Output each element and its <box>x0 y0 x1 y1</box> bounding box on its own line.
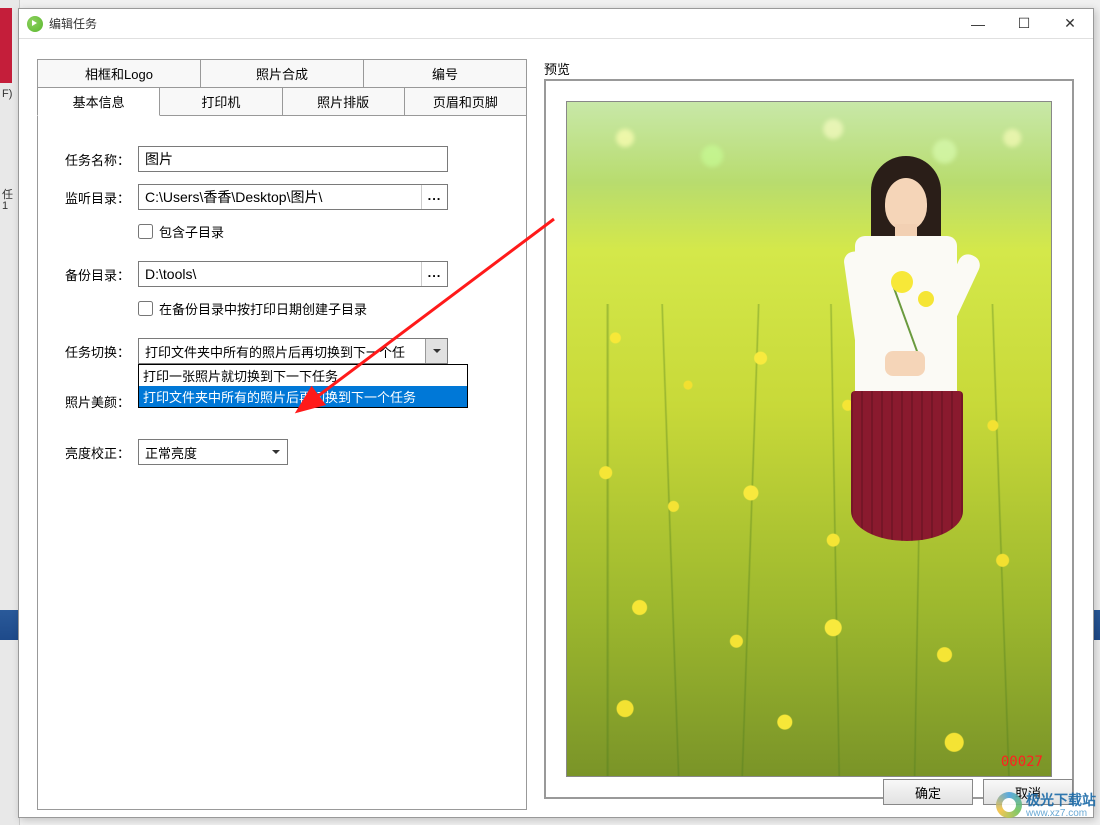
task-switch-option-0[interactable]: 打印一张照片就切换到下一下任务 <box>139 365 467 386</box>
edit-task-dialog: 编辑任务 — ☐ ✕ 相框和Logo 照片合成 编号 基本信息 打印机 照片排版… <box>18 8 1094 818</box>
background-app-strip <box>0 0 20 825</box>
chevron-down-icon[interactable] <box>265 440 287 464</box>
tab-frame-logo[interactable]: 相框和Logo <box>37 59 201 88</box>
backup-dir-label: 备份目录： <box>48 265 138 284</box>
tab-photo-composite[interactable]: 照片合成 <box>200 59 364 88</box>
preview-image: 00027 <box>566 101 1052 777</box>
backup-subdir-label: 在备份目录中按打印日期创建子目录 <box>159 299 367 318</box>
brightness-dropdown[interactable]: 正常亮度 <box>138 439 288 465</box>
tab-number[interactable]: 编号 <box>363 59 527 88</box>
chevron-down-icon[interactable] <box>425 339 447 363</box>
beauty-label: 照片美颜： <box>48 392 138 411</box>
brightness-label: 亮度校正： <box>48 443 138 462</box>
tab-basic-info[interactable]: 基本信息 <box>37 87 160 116</box>
close-button[interactable]: ✕ <box>1047 9 1093 39</box>
task-name-label: 任务名称： <box>48 150 138 169</box>
task-switch-dropdown-list: 打印一张照片就切换到下一下任务 打印文件夹中所有的照片后再切换到下一个任务 <box>138 364 468 408</box>
tabs-container: 相框和Logo 照片合成 编号 基本信息 打印机 照片排版 页眉和页脚 任务名称… <box>37 59 527 810</box>
include-subdir-checkbox[interactable] <box>138 224 153 239</box>
tab-content-basic: 任务名称： 监听目录： ... 包含子目录 备份目录： <box>37 115 527 810</box>
cancel-button[interactable]: 取消 <box>983 779 1073 805</box>
backup-dir-browse-button[interactable]: ... <box>421 262 447 286</box>
listen-dir-label: 监听目录： <box>48 188 138 207</box>
listen-dir-input[interactable] <box>139 187 421 207</box>
task-name-input[interactable] <box>138 146 448 172</box>
include-subdir-label: 包含子目录 <box>159 222 224 241</box>
background-red-strip <box>0 8 12 83</box>
task-switch-dropdown[interactable]: 打印文件夹中所有的照片后再切换到下一个任 <box>138 338 448 364</box>
titlebar: 编辑任务 — ☐ ✕ <box>19 9 1093 39</box>
brightness-value: 正常亮度 <box>145 443 265 462</box>
tab-photo-layout[interactable]: 照片排版 <box>282 87 405 116</box>
backup-dir-input[interactable] <box>139 264 421 284</box>
maximize-button[interactable]: ☐ <box>1001 9 1047 39</box>
bg-label-f: F) <box>2 88 12 100</box>
task-switch-label: 任务切换： <box>48 342 138 361</box>
task-switch-option-1[interactable]: 打印文件夹中所有的照片后再切换到下一个任务 <box>139 386 467 407</box>
listen-dir-browse-button[interactable]: ... <box>421 185 447 209</box>
backup-subdir-checkbox[interactable] <box>138 301 153 316</box>
app-icon <box>27 16 43 32</box>
tab-printer[interactable]: 打印机 <box>159 87 282 116</box>
preview-image-id: 00027 <box>1001 754 1043 770</box>
bg-label-one: 1 <box>2 200 8 212</box>
tab-header-footer[interactable]: 页眉和页脚 <box>404 87 527 116</box>
preview-area: 00027 <box>544 79 1074 799</box>
task-switch-value: 打印文件夹中所有的照片后再切换到下一个任 <box>145 342 425 361</box>
window-title: 编辑任务 <box>49 15 97 32</box>
preview-label: 预览 <box>544 59 570 78</box>
ok-button[interactable]: 确定 <box>883 779 973 805</box>
minimize-button[interactable]: — <box>955 9 1001 39</box>
